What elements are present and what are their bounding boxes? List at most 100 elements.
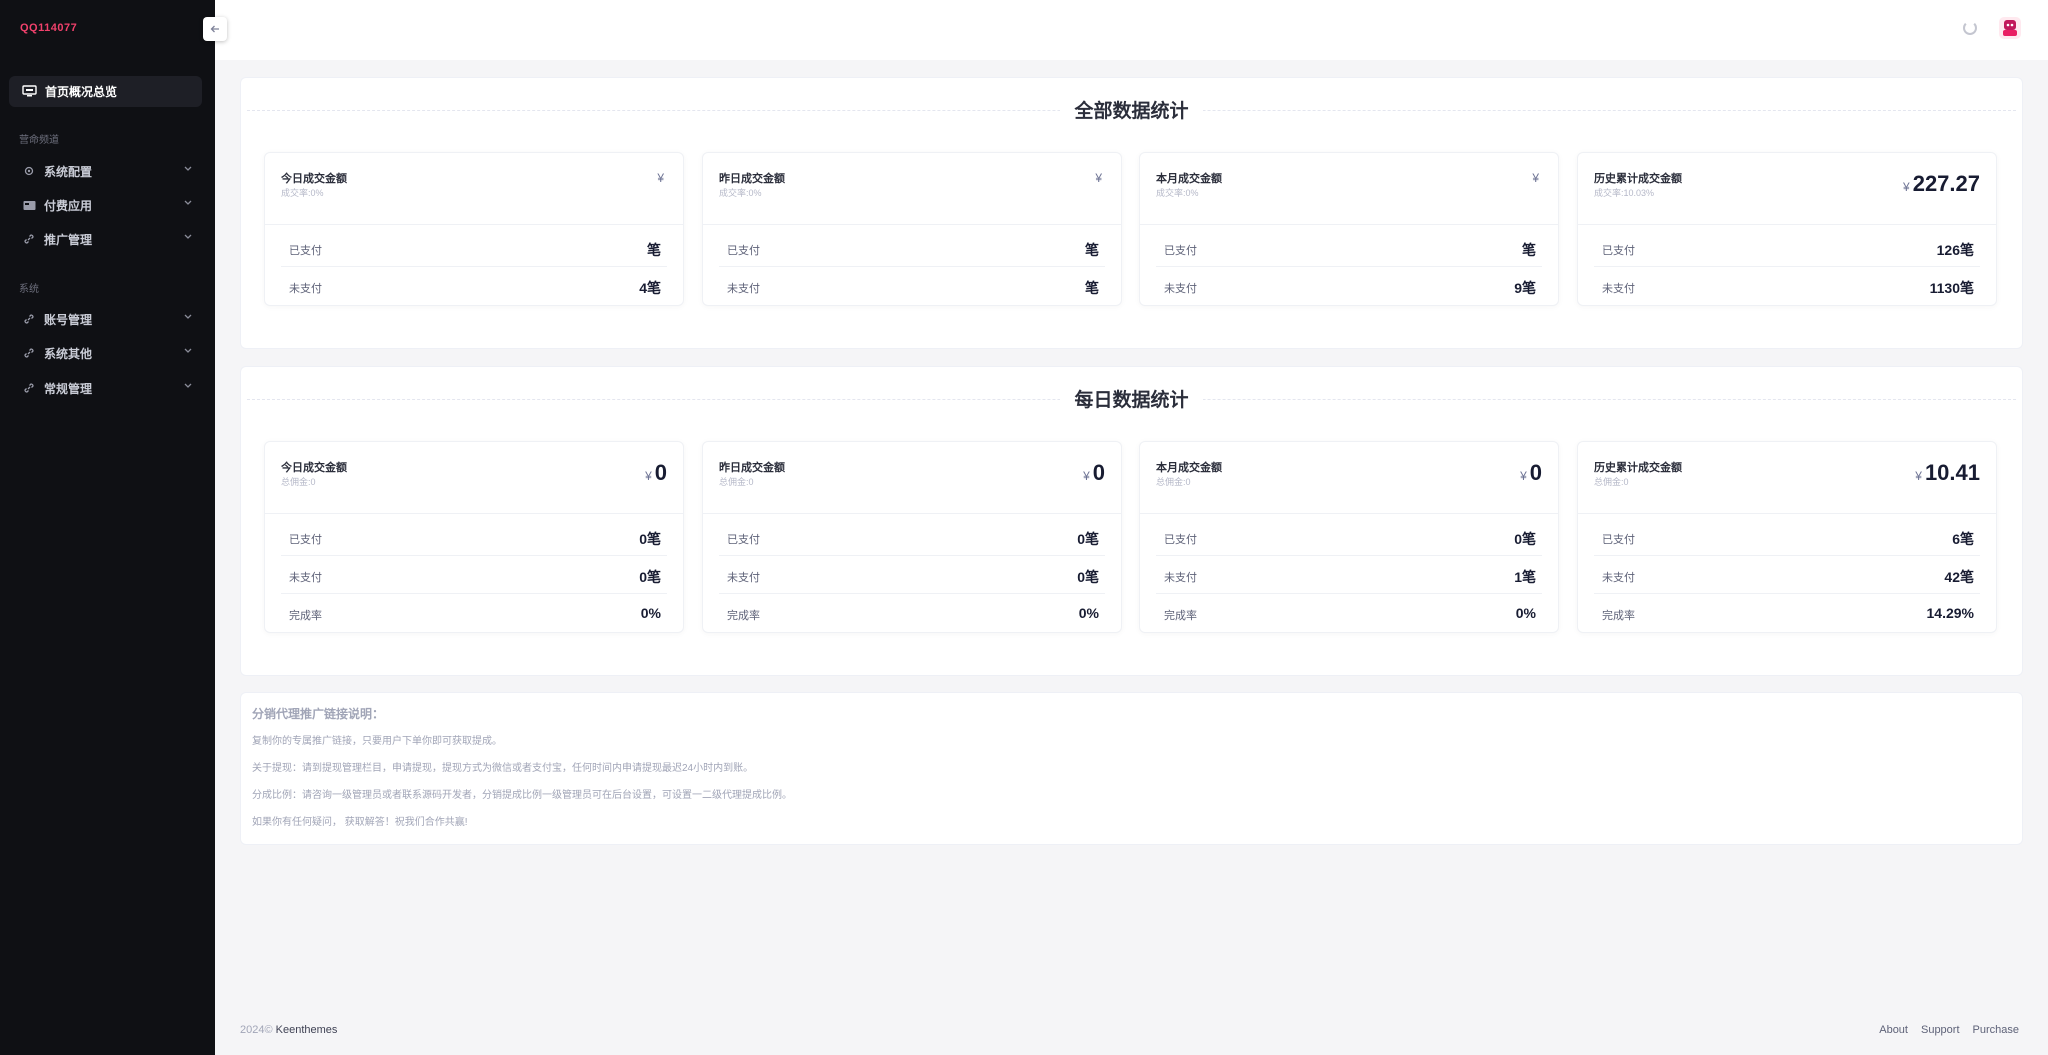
- stat-card-title: 本月成交金额: [1156, 462, 1222, 474]
- stat-row-label: 已支付: [1164, 245, 1197, 257]
- sidebar-item-promotion[interactable]: 推广管理: [9, 225, 202, 253]
- stat-card-subtitle: 成交率:10.03%: [1594, 188, 1655, 198]
- stat-card-header: 今日成交金额 成交率:0% ¥: [265, 153, 683, 225]
- footer-link-purchase[interactable]: Purchase: [1973, 1024, 2019, 1036]
- footer-link-support[interactable]: Support: [1921, 1024, 1960, 1036]
- sidebar-item-label: 系统配置: [44, 164, 93, 179]
- sidebar-item-label: 常规管理: [44, 381, 93, 396]
- sidebar-section-label: 营命频道: [19, 135, 59, 146]
- link-icon: [22, 381, 36, 395]
- stat-card: 历史累计成交金额 总佣金:0 ¥ 10.41 已支付 6笔 未支付 42笔 完成…: [1577, 441, 1997, 633]
- info-line: 关于提现：请到提现管理栏目，申请提现，提现方式为微信或者支付宝，任何时间内申请提…: [252, 763, 754, 774]
- footer-links: About Support Purchase: [1879, 1024, 2019, 1036]
- stat-row-label: 未支付: [727, 283, 760, 295]
- stat-row-value: 0笔: [1077, 569, 1099, 585]
- stat-row-value: 0笔: [1514, 531, 1536, 547]
- panel-title: 每日数据统计: [241, 385, 2022, 412]
- stat-row: 完成率 0%: [1156, 594, 1542, 632]
- stat-card-header: 昨日成交金额 成交率:0% ¥: [703, 153, 1121, 225]
- brand-logo[interactable]: QQ114077: [20, 22, 77, 34]
- stat-row-label: 未支付: [1164, 283, 1197, 295]
- monitor-icon: [22, 85, 37, 97]
- stat-card-title: 历史累计成交金额: [1594, 462, 1682, 474]
- stat-row-label: 完成率: [289, 610, 322, 622]
- info-line: 复制你的专属推广链接，只要用户下单你即可获取提成。: [252, 736, 502, 747]
- footer-company-link[interactable]: Keenthemes: [276, 1024, 338, 1036]
- stat-row-value: 1130笔: [1929, 280, 1974, 296]
- stat-row-value: 0%: [1078, 605, 1099, 621]
- stat-card-header: 今日成交金额 总佣金:0 ¥ 0: [265, 442, 683, 514]
- stat-row-label: 未支付: [1602, 572, 1635, 584]
- sidebar-collapse-button[interactable]: [203, 17, 227, 41]
- stat-row-label: 未支付: [289, 572, 322, 584]
- stat-row: 完成率 14.29%: [1594, 594, 1980, 632]
- stat-row-value: 0笔: [639, 531, 661, 547]
- footer-link-about[interactable]: About: [1879, 1024, 1908, 1036]
- currency-symbol: ¥: [1095, 171, 1102, 185]
- stat-row: 已支付 笔: [1156, 229, 1542, 267]
- link-icon: [22, 346, 36, 360]
- stat-row-label: 已支付: [289, 245, 322, 257]
- chevron-down-icon: [184, 200, 192, 205]
- footer-copyright: 2024© Keenthemes: [240, 1024, 337, 1036]
- stat-card-title: 今日成交金额: [281, 462, 347, 474]
- stat-row: 未支付 1130笔: [1594, 267, 1980, 305]
- info-line: 分成比例：请咨询一级管理员或者联系源码开发者，分销提成比例一级管理员可在后台设置…: [252, 790, 792, 801]
- stat-row-label: 完成率: [1164, 610, 1197, 622]
- info-title: 分销代理推广链接说明：: [252, 707, 385, 721]
- stat-card-subtitle: 成交率:0%: [281, 188, 324, 198]
- daily-stats-panel: 每日数据统计 今日成交金额 总佣金:0 ¥ 0 已支付 0笔 未支付 0笔 完成…: [240, 366, 2023, 676]
- stat-row: 未支付 笔: [719, 267, 1105, 305]
- sidebar-item-system-other[interactable]: 系统其他: [9, 339, 202, 367]
- sidebar-item-general[interactable]: 常规管理: [9, 374, 202, 402]
- amount-value: 227.27: [1912, 171, 1980, 196]
- stat-row-value: 4笔: [639, 280, 661, 296]
- chevron-down-icon: [184, 166, 192, 171]
- stat-card-amount: ¥: [1095, 171, 1105, 185]
- stat-card-header: 历史累计成交金额 成交率:10.03% ¥ 227.27: [1578, 153, 1996, 225]
- stat-row-value: 笔: [1522, 242, 1536, 258]
- stat-card-amount: ¥ 0: [645, 460, 667, 486]
- stat-card-title: 历史累计成交金额: [1594, 173, 1682, 185]
- sidebar-item-dashboard[interactable]: 首页概况总览: [9, 76, 202, 107]
- sidebar-item-accounts[interactable]: 账号管理: [9, 305, 202, 333]
- stat-row-label: 未支付: [289, 283, 322, 295]
- stat-row-label: 完成率: [1602, 610, 1635, 622]
- stat-card: 历史累计成交金额 成交率:10.03% ¥ 227.27 已支付 126笔 未支…: [1577, 152, 1997, 306]
- chevron-down-icon: [184, 234, 192, 239]
- gear-icon: [22, 164, 36, 178]
- chevron-down-icon: [184, 314, 192, 319]
- stat-card: 本月成交金额 成交率:0% ¥ 已支付 笔 未支付 9笔: [1139, 152, 1559, 306]
- stat-card: 今日成交金额 总佣金:0 ¥ 0 已支付 0笔 未支付 0笔 完成率 0%: [264, 441, 684, 633]
- user-avatar-icon: [2003, 20, 2017, 36]
- footer-year: 2024©: [240, 1024, 273, 1036]
- stat-card: 昨日成交金额 成交率:0% ¥ 已支付 笔 未支付 笔: [702, 152, 1122, 306]
- stat-row-value: 0笔: [1077, 531, 1099, 547]
- stat-card-header: 本月成交金额 总佣金:0 ¥ 0: [1140, 442, 1558, 514]
- stat-row-label: 未支付: [1602, 283, 1635, 295]
- stat-card-amount: ¥: [657, 171, 667, 185]
- stat-card-amount: ¥ 0: [1520, 460, 1542, 486]
- stat-row-value: 笔: [647, 242, 661, 258]
- currency-symbol: ¥: [1915, 469, 1922, 483]
- stat-row-value: 9笔: [1514, 280, 1536, 296]
- stat-row: 已支付 0笔: [281, 518, 667, 556]
- stat-card-subtitle: 成交率:0%: [1156, 188, 1199, 198]
- stat-row: 已支付 笔: [281, 229, 667, 267]
- currency-symbol: ¥: [1520, 469, 1527, 483]
- stat-row: 未支付 4笔: [281, 267, 667, 305]
- stat-row: 未支付 0笔: [281, 556, 667, 594]
- stat-card-title: 昨日成交金额: [719, 462, 785, 474]
- stat-row: 未支付 0笔: [719, 556, 1105, 594]
- panel-title: 全部数据统计: [241, 96, 2022, 123]
- stat-row: 未支付 9笔: [1156, 267, 1542, 305]
- sidebar-item-system-config[interactable]: 系统配置: [9, 157, 202, 185]
- promotion-info-panel: 分销代理推广链接说明： 复制你的专属推广链接，只要用户下单你即可获取提成。 关于…: [240, 692, 2023, 845]
- avatar[interactable]: [1999, 17, 2021, 39]
- loading-spinner-icon: [1963, 21, 1977, 35]
- currency-symbol: ¥: [1083, 469, 1090, 483]
- sidebar-item-paid-apps[interactable]: 付费应用: [9, 191, 202, 219]
- stat-card: 本月成交金额 总佣金:0 ¥ 0 已支付 0笔 未支付 1笔 完成率 0%: [1139, 441, 1559, 633]
- stat-card: 昨日成交金额 总佣金:0 ¥ 0 已支付 0笔 未支付 0笔 完成率 0%: [702, 441, 1122, 633]
- stat-card-subtitle: 总佣金:0: [1594, 477, 1629, 487]
